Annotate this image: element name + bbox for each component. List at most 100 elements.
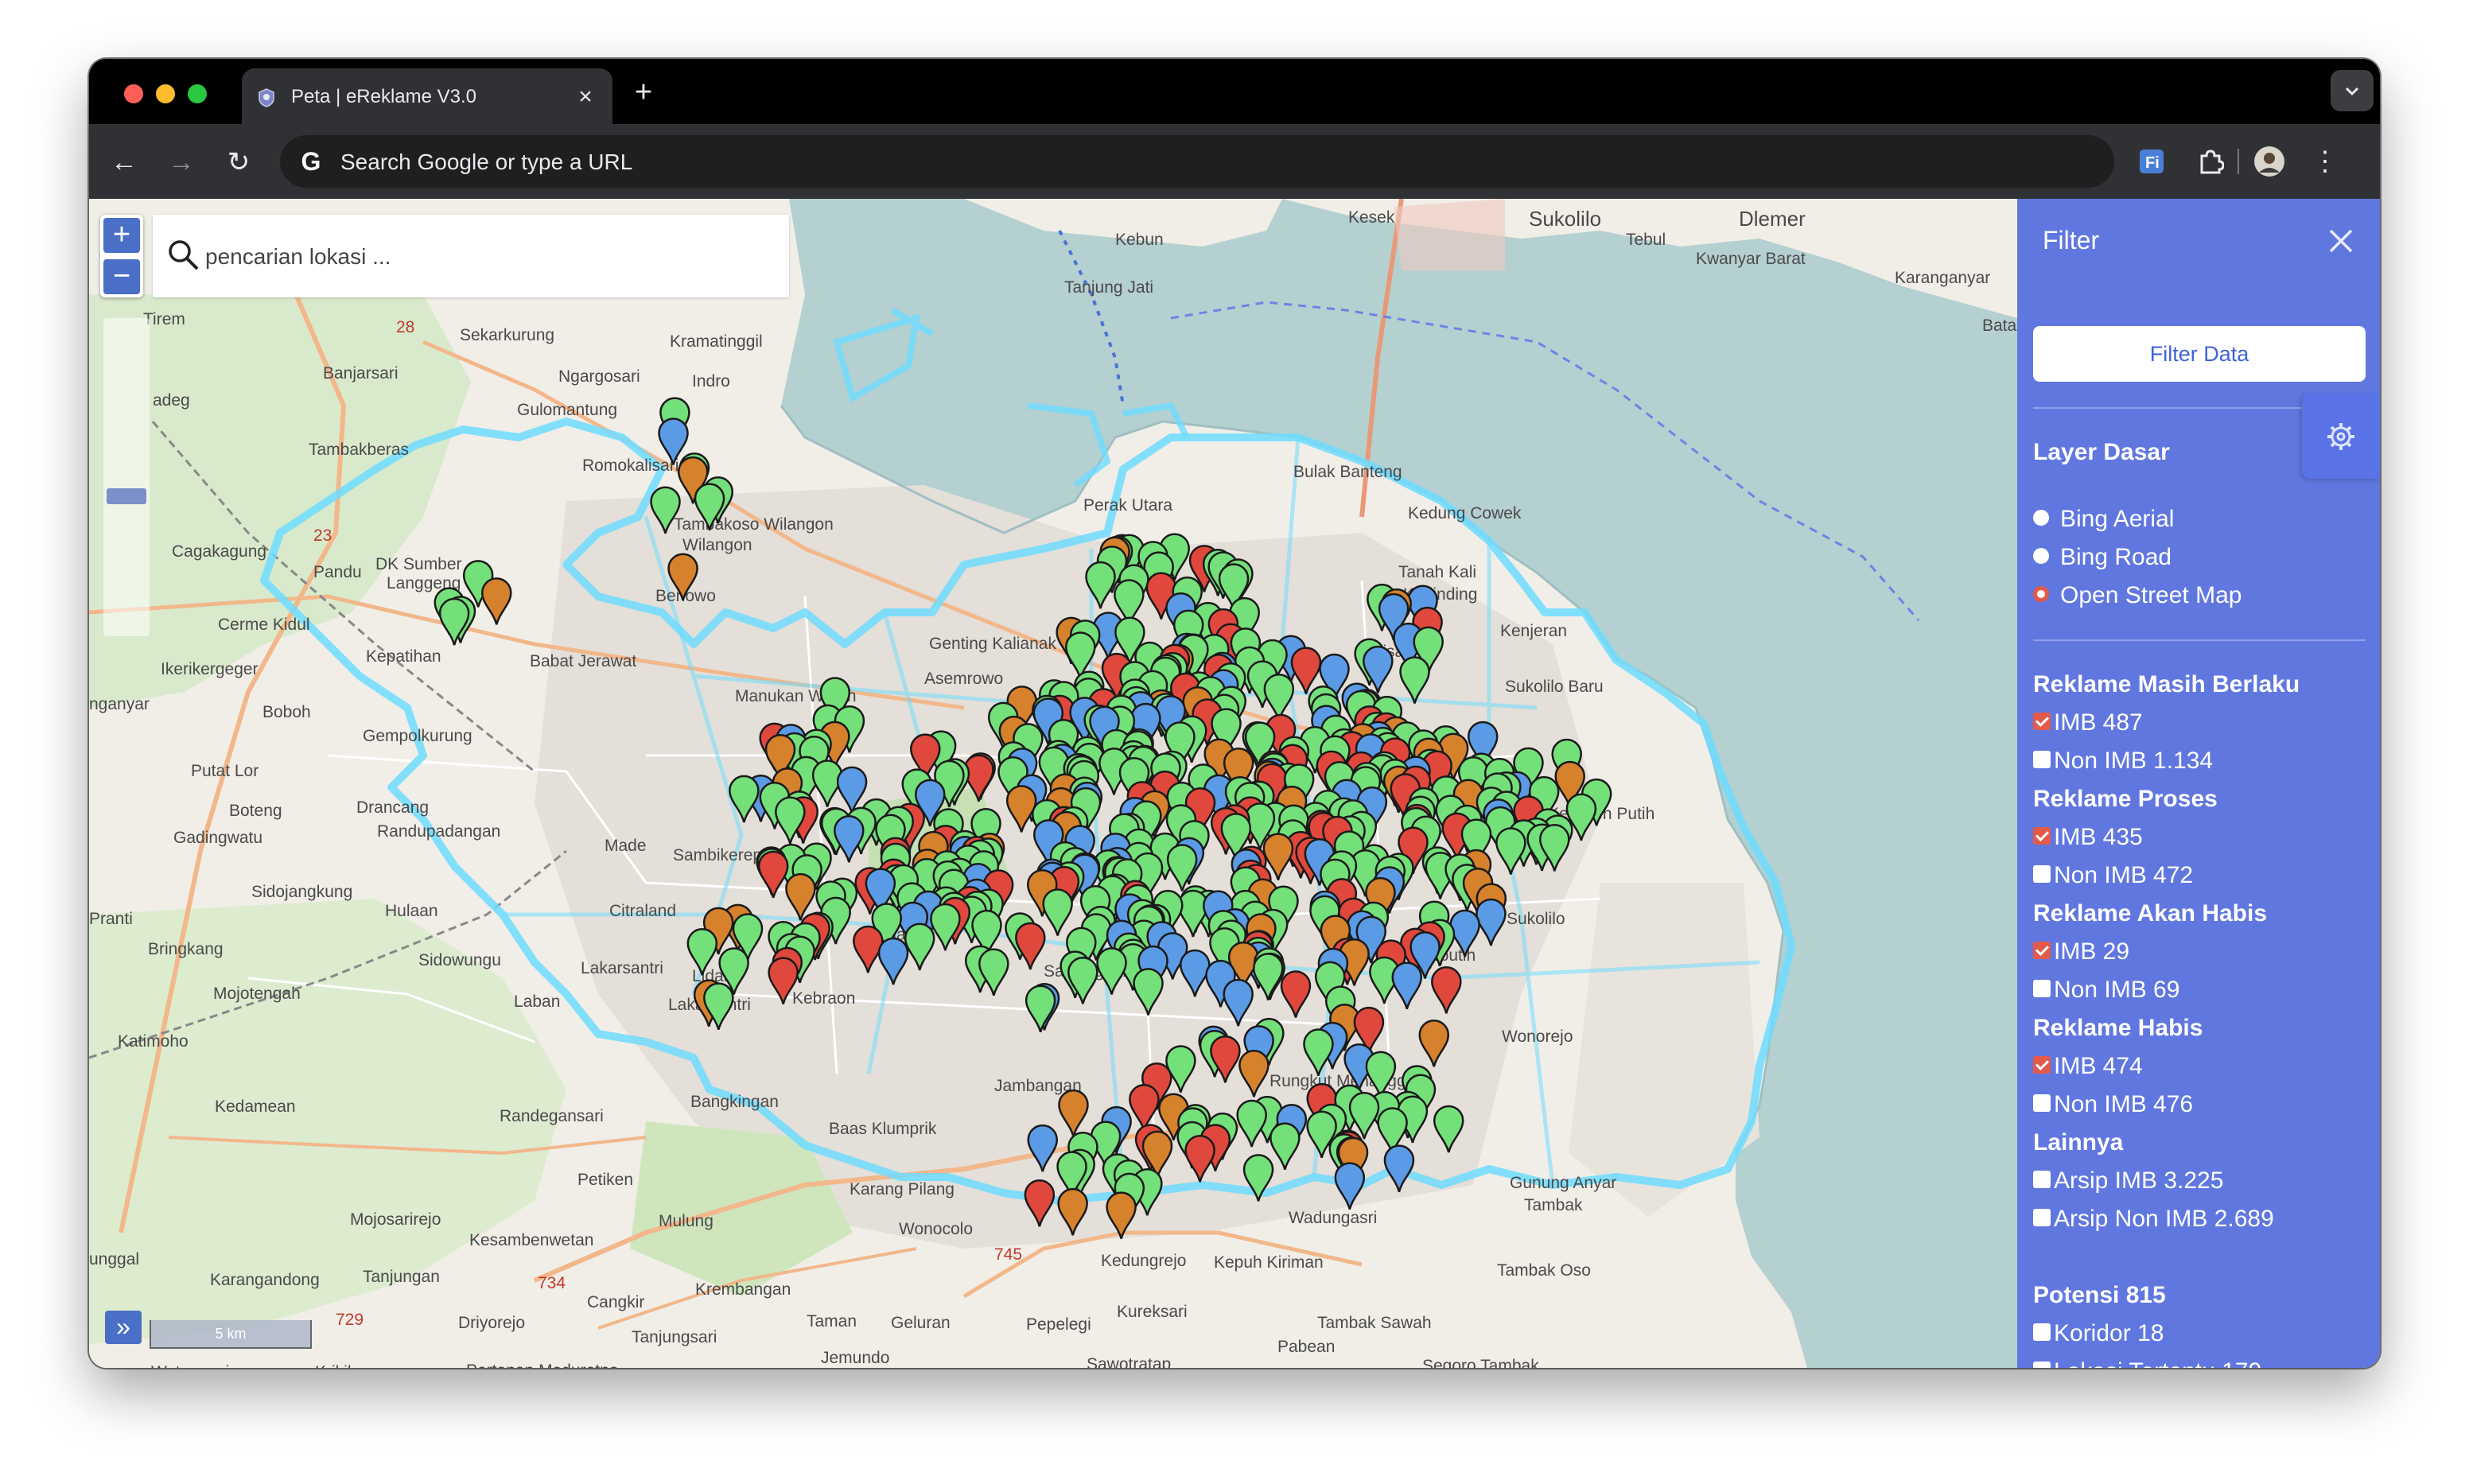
checkbox-item[interactable]: Non IMB 472	[2033, 862, 2193, 889]
map-place-label: Tambak Oso	[1497, 1261, 1591, 1280]
layer-option-osm[interactable]: Open Street Map	[2033, 582, 2242, 609]
map-place-label: Made	[605, 837, 647, 855]
checkbox[interactable]	[2033, 980, 2051, 997]
browser-menu-icon[interactable]: ⋮	[2305, 142, 2345, 181]
map-place-label: Banjarsari	[323, 364, 399, 383]
checkbox-checked[interactable]	[2033, 713, 2051, 730]
map-place-label: Wadungasri	[1289, 1209, 1377, 1227]
group-title-akan-habis: Reklame Akan Habis	[2033, 900, 2268, 927]
checkbox-item[interactable]: Lokasi Tertentu 179	[2033, 1358, 2261, 1368]
zoom-slider-handle[interactable]	[107, 488, 146, 504]
checkbox[interactable]	[2033, 1171, 2051, 1188]
checkbox-item[interactable]: Arsip IMB 3.225	[2033, 1167, 2223, 1195]
forward-button[interactable]: →	[159, 140, 204, 185]
map-place-label: Watesnanjung	[151, 1363, 257, 1368]
close-icon[interactable]	[2323, 223, 2359, 259]
map-place-label: Sambikerep	[673, 846, 762, 864]
checkbox-checked[interactable]	[2033, 827, 2051, 845]
site-favicon-icon	[259, 88, 274, 107]
map-place-label: Tambakoso Wilangon	[674, 515, 834, 534]
browser-tab[interactable]: Peta | eReklame V3.0 ×	[242, 68, 612, 126]
search-icon	[169, 240, 199, 270]
checkbox-item[interactable]: Non IMB 69	[2033, 977, 2179, 1004]
map-place-label: Putat Lor	[191, 762, 259, 780]
checkbox[interactable]	[2033, 865, 2051, 883]
radio-button-selected[interactable]	[2033, 586, 2049, 602]
svg-text:Fi: Fi	[2145, 154, 2160, 172]
checkbox[interactable]	[2033, 751, 2051, 768]
checkbox-item[interactable]: IMB 435	[2033, 824, 2143, 851]
chevron-down-icon	[2345, 87, 2359, 96]
map-place-label: Pranti	[89, 910, 133, 928]
checkbox-item[interactable]: Koridor 18	[2033, 1320, 2164, 1347]
extensions-puzzle-icon[interactable]	[2191, 142, 2230, 181]
map-place-label: Tambak	[1524, 1196, 1583, 1214]
map-place-label: Tambakberas	[309, 441, 409, 459]
zoom-out-button[interactable]: −	[103, 259, 140, 294]
map-place-label: Karanganyar	[1895, 269, 1990, 287]
map-view[interactable]: GresikKebunKesekSukoliloDlemerTebulKwany…	[89, 199, 2380, 1368]
checkbox-item[interactable]: Arsip Non IMB 2.689	[2033, 1206, 2274, 1233]
checkbox[interactable]	[2033, 1362, 2051, 1368]
checkbox-item[interactable]: IMB 474	[2033, 1053, 2143, 1080]
profile-avatar[interactable]	[2249, 142, 2289, 181]
checkbox[interactable]	[2033, 1323, 2051, 1341]
map-place-label: Perak Utara	[1083, 496, 1172, 515]
map-place-label: Drancang	[356, 798, 429, 817]
group-title-habis: Reklame Habis	[2033, 1015, 2203, 1041]
checkbox[interactable]	[2033, 1209, 2051, 1226]
map-place-label: 23	[313, 526, 332, 545]
map-place-label: Romokalisari	[582, 456, 678, 475]
zoom-in-button[interactable]: +	[103, 218, 140, 253]
filter-data-button[interactable]: Filter Data	[2033, 326, 2366, 382]
map-place-label: Tanjung Jati	[1064, 278, 1153, 297]
settings-toggle-button[interactable]	[2302, 393, 2380, 479]
map-place-label: Lakarsantri	[581, 959, 663, 977]
maximize-window-button[interactable]	[188, 84, 207, 103]
map-place-label: 729	[336, 1311, 364, 1329]
checkbox-item[interactable]: Non IMB 1.134	[2033, 748, 2213, 775]
map-place-label: Wage	[986, 1366, 1029, 1368]
translate-extension-icon[interactable]: Fi	[2132, 142, 2172, 181]
checkbox[interactable]	[2033, 1094, 2051, 1112]
tab-search-button[interactable]	[2331, 70, 2374, 111]
map-place-label: Kedamean	[215, 1097, 296, 1116]
checkbox-label: Arsip IMB 3.225	[2054, 1167, 2224, 1194]
checkbox-checked[interactable]	[2033, 942, 2051, 959]
map-place-label: Pandu	[313, 563, 362, 581]
layer-option-bing-road[interactable]: Bing Road	[2033, 544, 2172, 571]
map-place-label: Laban	[514, 993, 560, 1011]
address-bar[interactable]: G Search Google or type a URL	[280, 135, 2114, 188]
map-place-label: Kesek	[1348, 208, 1395, 227]
layer-option-bing-aerial[interactable]: Bing Aerial	[2033, 506, 2174, 533]
map-place-label: Ngargosari	[558, 367, 640, 386]
checkbox-item[interactable]: IMB 29	[2033, 938, 2129, 965]
map-place-label: Bulak Banteng	[1293, 463, 1402, 481]
new-tab-button[interactable]: +	[624, 73, 663, 111]
location-search-input[interactable]	[204, 234, 764, 280]
map-place-label: Geluran	[891, 1314, 951, 1332]
checkbox-checked[interactable]	[2033, 1056, 2051, 1074]
reload-button[interactable]: ↻	[216, 140, 261, 185]
map-place-label: Gunung Anyar	[1510, 1174, 1616, 1192]
browser-toolbar: ← → ↻ G Search Google or type a URL Fi ⋮	[89, 124, 2380, 199]
map-place-label: Wonocolo	[899, 1220, 973, 1238]
map-place-label: Baas Klumprik	[829, 1120, 937, 1138]
expand-panel-button[interactable]: »	[105, 1311, 142, 1344]
map-place-label: Mojotengah	[213, 985, 301, 1003]
divider	[2033, 639, 2366, 641]
group-title-proses: Reklame Proses	[2033, 786, 2218, 812]
radio-button[interactable]	[2033, 510, 2049, 526]
zoom-slider[interactable]	[103, 318, 150, 636]
group-title-masih-berlaku: Reklame Masih Berlaku	[2033, 671, 2300, 697]
checkbox-item[interactable]: IMB 487	[2033, 709, 2143, 736]
minimize-window-button[interactable]	[156, 84, 175, 103]
radio-button[interactable]	[2033, 548, 2049, 564]
close-window-button[interactable]	[124, 84, 143, 103]
map-place-label: Ikerikergeger	[161, 660, 259, 678]
map-place-label: Dlemer	[1739, 207, 1806, 231]
back-button[interactable]: ←	[102, 140, 146, 185]
map-place-label: Kedung Cowek	[1408, 504, 1522, 523]
checkbox-item[interactable]: Non IMB 476	[2033, 1091, 2193, 1118]
tab-close-icon[interactable]: ×	[570, 81, 601, 113]
